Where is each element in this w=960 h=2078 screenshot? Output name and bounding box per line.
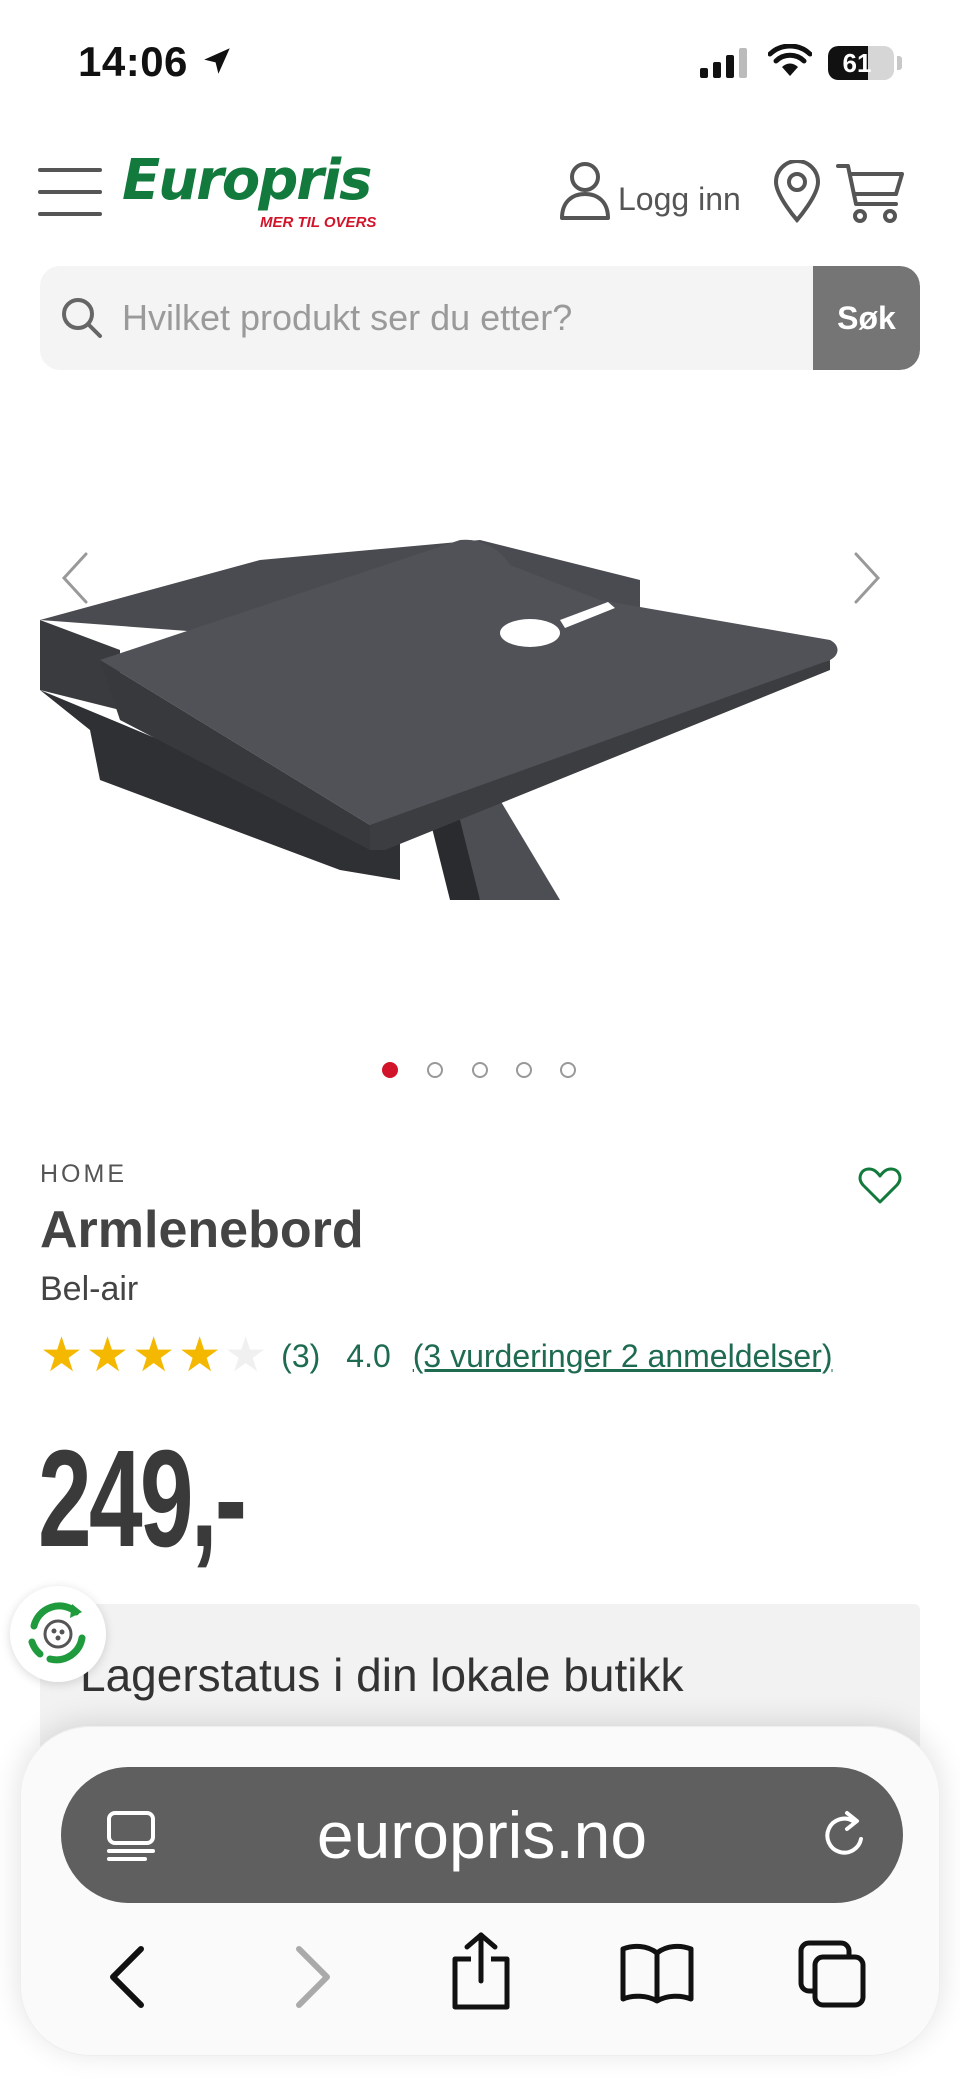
reviews-link[interactable]: (3 vurderinger 2 anmeldelser): [413, 1338, 833, 1375]
location-arrow-icon: [204, 48, 230, 74]
stock-status-title: Lagerstatus i din lokale butikk: [80, 1649, 684, 1701]
battery-icon: 61: [828, 46, 894, 80]
product-brand[interactable]: Bel-air: [40, 1270, 138, 1309]
browser-bottom-bar: europris.no: [20, 1726, 940, 2056]
rating-count: (3): [281, 1337, 321, 1374]
forward-icon[interactable]: [291, 1945, 335, 2009]
status-time: 14:06: [78, 38, 188, 85]
gallery-dot-2[interactable]: [427, 1062, 443, 1078]
tabs-icon[interactable]: [797, 1939, 869, 2011]
search-button[interactable]: Søk: [813, 266, 920, 370]
back-icon[interactable]: [105, 1945, 149, 2009]
star-filled-icon: ★: [40, 1329, 84, 1382]
rating-stars: ★ ★ ★ ★ ★: [40, 1332, 267, 1380]
breadcrumb[interactable]: HOME: [40, 1160, 127, 1189]
gallery-dot-5[interactable]: [560, 1062, 576, 1078]
gallery-dot-3[interactable]: [472, 1062, 488, 1078]
product-gallery: [0, 380, 960, 1100]
location-pin-icon[interactable]: [772, 160, 822, 224]
rating-summary: ★ ★ ★ ★ ★ (3) 4.0 (3 vurderinger 2 anmeldels…: [40, 1332, 833, 1380]
rating-score: 4.0: [346, 1337, 391, 1374]
status-bar: 14:06 61: [0, 0, 960, 120]
logo-text: Europris: [122, 148, 372, 213]
chevron-right-icon[interactable]: [852, 550, 882, 606]
login-label: Logg inn: [618, 181, 741, 217]
url-text: europris.no: [316, 1798, 648, 1872]
heart-icon[interactable]: [858, 1166, 902, 1206]
product-price: 249,-: [38, 1422, 247, 1576]
product-image[interactable]: [40, 520, 840, 1020]
search-input[interactable]: [122, 266, 842, 370]
star-filled-icon: ★: [86, 1329, 130, 1382]
site-header: Europris MER TIL OVERS Logg inn: [0, 140, 960, 240]
gallery-dot-1[interactable]: [382, 1062, 398, 1078]
gallery-dot-4[interactable]: [516, 1062, 532, 1078]
browser-toolbar: [21, 1927, 941, 2037]
star-filled-icon: ★: [132, 1329, 176, 1382]
share-icon[interactable]: [449, 1931, 513, 2011]
gallery-dots: [0, 1062, 960, 1082]
user-icon: [560, 162, 610, 220]
battery-cap: [897, 56, 902, 70]
address-bar[interactable]: europris.no: [61, 1767, 903, 1903]
logo-tagline: MER TIL OVERS: [260, 214, 377, 231]
wifi-icon: [768, 44, 812, 76]
star-filled-icon: ★: [178, 1329, 222, 1382]
cart-icon[interactable]: [836, 160, 906, 226]
europris-logo[interactable]: Europris MER TIL OVERS: [122, 148, 376, 238]
battery-level: 61: [842, 47, 872, 78]
menu-button[interactable]: [38, 154, 104, 216]
cellular-signal-icon: [700, 48, 747, 78]
reload-icon[interactable]: [819, 1809, 871, 1863]
recycle-icon[interactable]: [10, 1586, 106, 1682]
bookmarks-icon[interactable]: [619, 1941, 695, 2005]
search-bar: Søk: [40, 266, 920, 370]
product-title: Armlenebord: [40, 1201, 364, 1259]
search-icon: [62, 298, 102, 338]
login-button[interactable]: Logg inn: [558, 160, 741, 222]
star-empty-icon: ★: [224, 1329, 268, 1382]
